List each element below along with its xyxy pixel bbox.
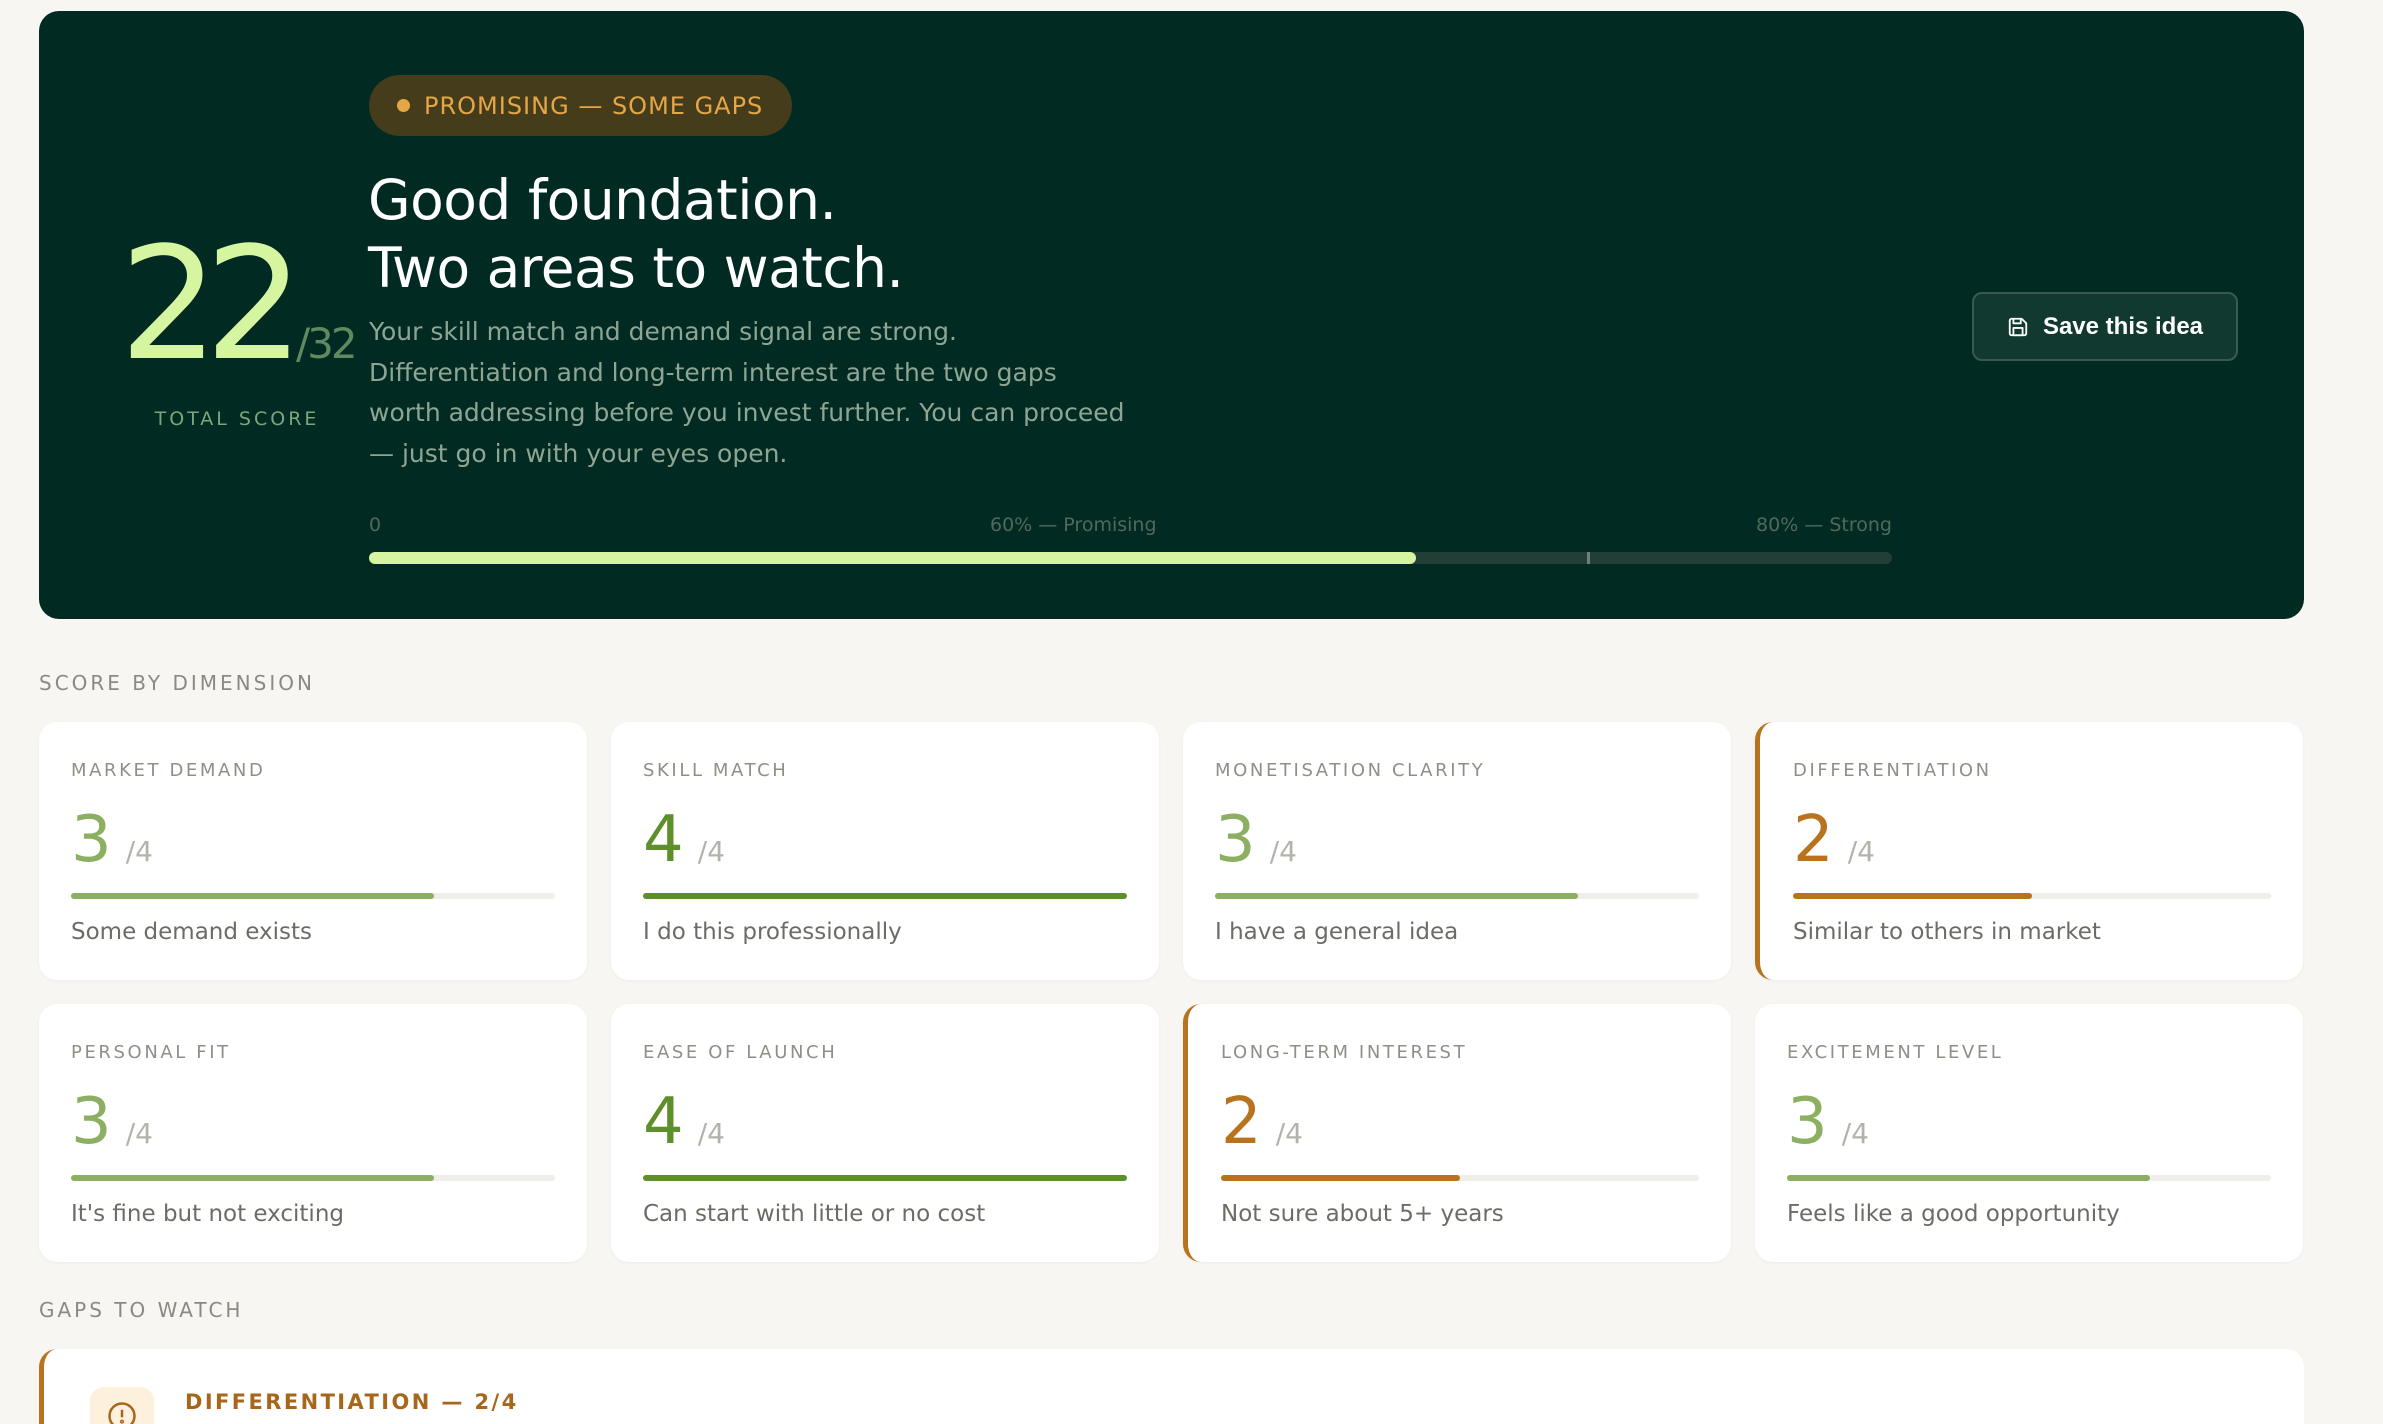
dimension-score-value: 3 xyxy=(1787,1085,1828,1159)
dimension-score-value: 2 xyxy=(1793,803,1834,877)
dimension-answer: Not sure about 5+ years xyxy=(1221,1201,1504,1227)
dimension-answer: Feels like a good opportunity xyxy=(1787,1201,2120,1227)
dimension-score: 4/4 xyxy=(643,807,1127,873)
dimensions-section-title: SCORE BY DIMENSION xyxy=(39,671,315,695)
dimension-score-max: /4 xyxy=(125,1117,153,1150)
score-progress-bar xyxy=(369,552,1892,564)
dimension-score-bar xyxy=(1793,893,2271,899)
dimension-score: 2/4 xyxy=(1793,807,2271,873)
dimension-card-personal-fit: PERSONAL FIT 3/4 It's fine but not excitin… xyxy=(39,1004,587,1262)
save-idea-label: Save this idea xyxy=(2042,312,2204,340)
dimension-score-fill xyxy=(1215,893,1578,899)
dimension-score-value: 4 xyxy=(643,803,684,877)
dimension-score-fill xyxy=(643,893,1127,899)
dimension-card-long-term-interest: LONG-TERM INTEREST 2/4 Not sure about 5+ y… xyxy=(1183,1004,1731,1262)
dimension-score-value: 3 xyxy=(71,803,112,877)
dimension-card-differentiation: DIFFERENTIATION 2/4 Similar to others in m… xyxy=(1755,722,2303,980)
dimension-score-bar xyxy=(1215,893,1699,899)
dimension-cards-grid: MARKET DEMAND 3/4 Some demand exists SKILL … xyxy=(39,722,2304,1262)
dimension-answer: Similar to others in market xyxy=(1793,919,2101,945)
headline-line-1: Good foundation. xyxy=(368,168,837,232)
dimension-label: MONETISATION CLARITY xyxy=(1215,760,1486,781)
dimension-score-max: /4 xyxy=(697,835,725,868)
gaps-section-title: GAPS TO WATCH xyxy=(39,1298,244,1322)
dimension-answer: I have a general idea xyxy=(1215,919,1459,945)
dimension-score-bar xyxy=(643,1175,1127,1181)
dimension-score-fill xyxy=(71,1175,434,1181)
dimension-card-monetisation-clarity: MONETISATION CLARITY 3/4 I have a general … xyxy=(1183,722,1731,980)
dimension-score-fill xyxy=(643,1175,1127,1181)
dimension-score-value: 3 xyxy=(71,1085,112,1159)
dimension-answer: It's fine but not exciting xyxy=(71,1201,345,1227)
dimension-card-skill-match: SKILL MATCH 4/4 I do this professionally xyxy=(611,722,1159,980)
dimension-card-market-demand: MARKET DEMAND 3/4 Some demand exists xyxy=(39,722,587,980)
dimension-label: MARKET DEMAND xyxy=(71,760,266,781)
dimension-score-max: /4 xyxy=(1269,835,1297,868)
dimension-card-excitement-level: EXCITEMENT LEVEL 3/4 Feels like a good opp… xyxy=(1755,1004,2303,1262)
dimension-label: DIFFERENTIATION xyxy=(1793,760,1992,781)
progress-labels: 0 60% — Promising 80% — Strong xyxy=(369,514,1892,536)
dimension-label: PERSONAL FIT xyxy=(71,1042,231,1063)
dimension-score-fill xyxy=(1793,893,2032,899)
status-badge-label: PROMISING — SOME GAPS xyxy=(424,91,764,120)
result-headline: Good foundation. Two areas to watch. xyxy=(368,166,904,302)
dimension-score-fill xyxy=(1221,1175,1460,1181)
strong-threshold-marker xyxy=(1587,552,1590,564)
dimension-answer: Some demand exists xyxy=(71,919,313,945)
status-badge: PROMISING — SOME GAPS xyxy=(369,75,793,136)
dimension-score: 4/4 xyxy=(643,1089,1127,1155)
dimension-score: 3/4 xyxy=(1215,807,1699,873)
total-score-block: 22 /32 TOTAL SCORE xyxy=(102,226,372,430)
dimension-answer: I do this professionally xyxy=(643,919,902,945)
save-icon xyxy=(2008,317,2028,336)
dimension-score-max: /4 xyxy=(697,1117,725,1150)
dimension-score: 3/4 xyxy=(71,1089,555,1155)
dimension-label: EASE OF LAUNCH xyxy=(643,1042,838,1063)
dimension-score-value: 3 xyxy=(1215,803,1256,877)
score-results-page: 22 /32 TOTAL SCORE PROMISING — SOME GAPS… xyxy=(0,0,2383,1424)
dimension-score-max: /4 xyxy=(1275,1117,1303,1150)
dimension-score-value: 2 xyxy=(1221,1085,1262,1159)
gap-icon-box xyxy=(90,1387,154,1424)
dimension-score-max: /4 xyxy=(1847,835,1875,868)
dimension-score-bar xyxy=(1787,1175,2271,1181)
gap-title: DIFFERENTIATION — 2/4 xyxy=(185,1390,519,1414)
status-dot-icon xyxy=(397,99,410,112)
dimension-score: 2/4 xyxy=(1221,1089,1699,1155)
dimension-label: SKILL MATCH xyxy=(643,760,789,781)
dimension-score-bar xyxy=(1221,1175,1699,1181)
dimension-score-fill xyxy=(71,893,434,899)
dimension-score-max: /4 xyxy=(125,835,153,868)
gap-card: DIFFERENTIATION — 2/4 xyxy=(39,1349,2304,1424)
score-progress-fill xyxy=(369,552,1417,564)
dimension-answer: Can start with little or no cost xyxy=(643,1201,986,1227)
total-score-label: TOTAL SCORE xyxy=(154,408,320,430)
dimension-label: LONG-TERM INTEREST xyxy=(1221,1042,1468,1063)
total-score-value: 22 xyxy=(119,213,303,395)
dimension-score-bar xyxy=(71,1175,555,1181)
progress-label-start: 0 xyxy=(369,514,382,536)
total-score-max: /32 xyxy=(295,319,358,368)
dimension-score-bar xyxy=(71,893,555,899)
dimension-score: 3/4 xyxy=(71,807,555,873)
dimension-score: 3/4 xyxy=(1787,1089,2271,1155)
score-hero-panel: 22 /32 TOTAL SCORE PROMISING — SOME GAPS… xyxy=(39,11,2304,619)
dimension-score-value: 4 xyxy=(643,1085,684,1159)
save-idea-button[interactable]: Save this idea xyxy=(1972,292,2238,361)
result-description: Your skill match and demand signal are s… xyxy=(369,317,1125,468)
dimension-score-fill xyxy=(1787,1175,2150,1181)
dimension-score-bar xyxy=(643,893,1127,899)
headline-line-2: Two areas to watch. xyxy=(368,236,904,300)
alert-circle-icon xyxy=(108,1402,136,1424)
dimension-label: EXCITEMENT LEVEL xyxy=(1787,1042,2004,1063)
dimension-card-ease-of-launch: EASE OF LAUNCH 4/4 Can start with little o… xyxy=(611,1004,1159,1262)
dimension-score-max: /4 xyxy=(1841,1117,1869,1150)
progress-label-promising: 60% — Promising xyxy=(990,514,1157,536)
progress-label-strong: 80% — Strong xyxy=(1756,514,1892,536)
